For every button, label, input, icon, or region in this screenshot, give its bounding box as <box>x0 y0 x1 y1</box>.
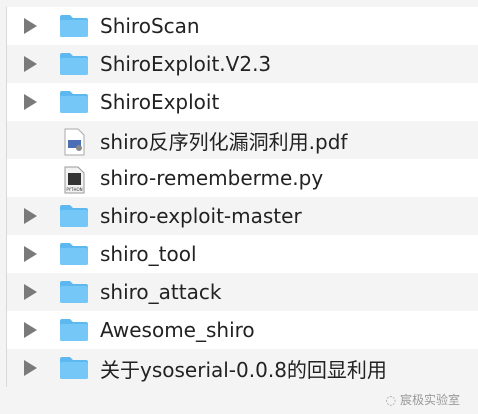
folder-icon <box>59 242 89 266</box>
list-item[interactable]: Awesome_shiro <box>7 311 478 349</box>
item-name: 关于ysoserial-0.0.8的回显利用 <box>100 357 387 382</box>
python-file-icon: PYTHON <box>59 166 89 194</box>
list-item[interactable]: shiro-exploit-master <box>7 197 478 235</box>
disclosure-triangle-icon[interactable] <box>24 18 37 34</box>
folder-icon <box>59 356 89 380</box>
list-item[interactable]: shiro_tool <box>7 235 478 273</box>
watermark-text: 宸极实验室 <box>399 393 460 407</box>
list-item[interactable]: shiro_attack <box>7 273 478 311</box>
list-item[interactable]: 关于ysoserial-0.0.8的回显利用 <box>7 349 478 387</box>
disclosure-triangle-icon[interactable] <box>24 322 37 338</box>
item-name: shiro_attack <box>100 280 222 304</box>
item-name: ShiroExploit <box>100 90 220 114</box>
disclosure-triangle-icon[interactable] <box>24 56 37 72</box>
disclosure-triangle-icon[interactable] <box>24 284 37 300</box>
item-name: Awesome_shiro <box>100 318 255 342</box>
file-list: ShiroScan ShiroExploit.V2.3 ShiroExploit sh… <box>6 7 478 387</box>
svg-text:PYTHON: PYTHON <box>66 187 82 192</box>
list-item[interactable]: ShiroExploit <box>7 83 478 121</box>
list-item[interactable]: ShiroExploit.V2.3 <box>7 45 478 83</box>
folder-icon <box>59 52 89 76</box>
disclosure-triangle-icon[interactable] <box>24 208 37 224</box>
watermark: ◌ 宸极实验室 <box>386 391 461 408</box>
pdf-file-icon <box>59 128 89 156</box>
item-name: ShiroScan <box>100 14 200 38</box>
list-item[interactable]: shiro反序列化漏洞利用.pdf <box>7 121 478 159</box>
item-name: shiro-exploit-master <box>100 204 302 228</box>
item-name: shiro_tool <box>100 242 197 266</box>
disclosure-triangle-icon[interactable] <box>24 360 37 376</box>
folder-icon <box>59 318 89 342</box>
folder-icon <box>59 14 89 38</box>
wechat-icon: ◌ <box>385 392 396 407</box>
folder-icon <box>59 204 89 228</box>
item-name: shiro-rememberme.py <box>100 166 324 190</box>
list-item[interactable]: ShiroScan <box>7 7 478 45</box>
list-item[interactable]: PYTHON shiro-rememberme.py <box>7 159 478 197</box>
folder-icon <box>59 280 89 304</box>
item-name: ShiroExploit.V2.3 <box>100 52 272 76</box>
disclosure-triangle-icon[interactable] <box>24 94 37 110</box>
item-name: shiro反序列化漏洞利用.pdf <box>100 129 348 154</box>
disclosure-triangle-icon[interactable] <box>24 246 37 262</box>
folder-icon <box>59 90 89 114</box>
